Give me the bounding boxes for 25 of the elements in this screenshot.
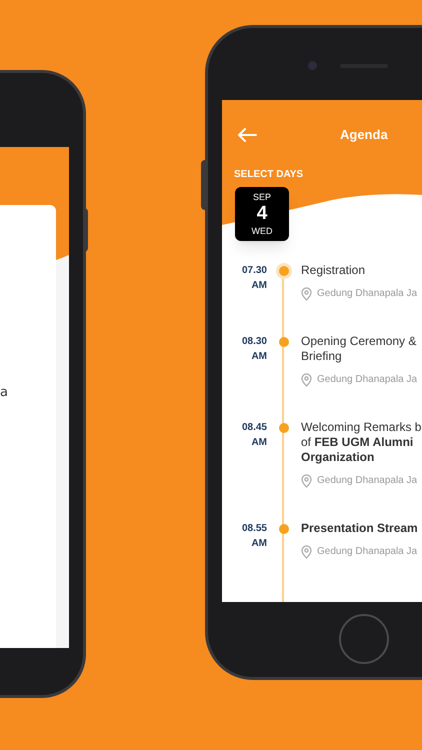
day-chip[interactable]: SEP 4 WED	[235, 187, 289, 241]
event-title[interactable]: Presentation Stream	[301, 521, 422, 536]
location-text: Gedung Dhanapala Ja	[317, 474, 418, 488]
location-pin-icon	[301, 474, 312, 488]
section-label: SELECT DAYS	[234, 170, 304, 180]
card-text: a	[0, 384, 8, 402]
day-number: 4	[256, 203, 268, 225]
location-pin-icon	[301, 286, 312, 300]
location-text: Gedung Dhanapala Ja	[317, 545, 418, 559]
month-label: SEP	[252, 191, 271, 203]
back-arrow-icon[interactable]	[237, 128, 257, 142]
weekday-label: WED	[252, 225, 272, 237]
location-text: Gedung Dhanapala Ja	[317, 287, 418, 301]
screen-title: Agenda	[340, 126, 388, 144]
event-title[interactable]: Welcoming Remarks b of FEB UGM Alumni Organization	[301, 420, 422, 465]
time-label: 08.45 AM	[240, 421, 267, 450]
location-pin-icon	[301, 544, 312, 558]
time-label: 08.30 AM	[240, 335, 267, 364]
event-title[interactable]: Registration	[301, 263, 422, 278]
home-button[interactable]	[339, 614, 389, 664]
time-label: 07.30 AM	[240, 264, 267, 293]
time-label: 08.55 AM	[240, 522, 267, 551]
location-text: Gedung Dhanapala Ja	[317, 373, 418, 387]
event-title[interactable]: Opening Ceremony & Briefing	[301, 334, 422, 364]
location-pin-icon	[301, 372, 312, 386]
